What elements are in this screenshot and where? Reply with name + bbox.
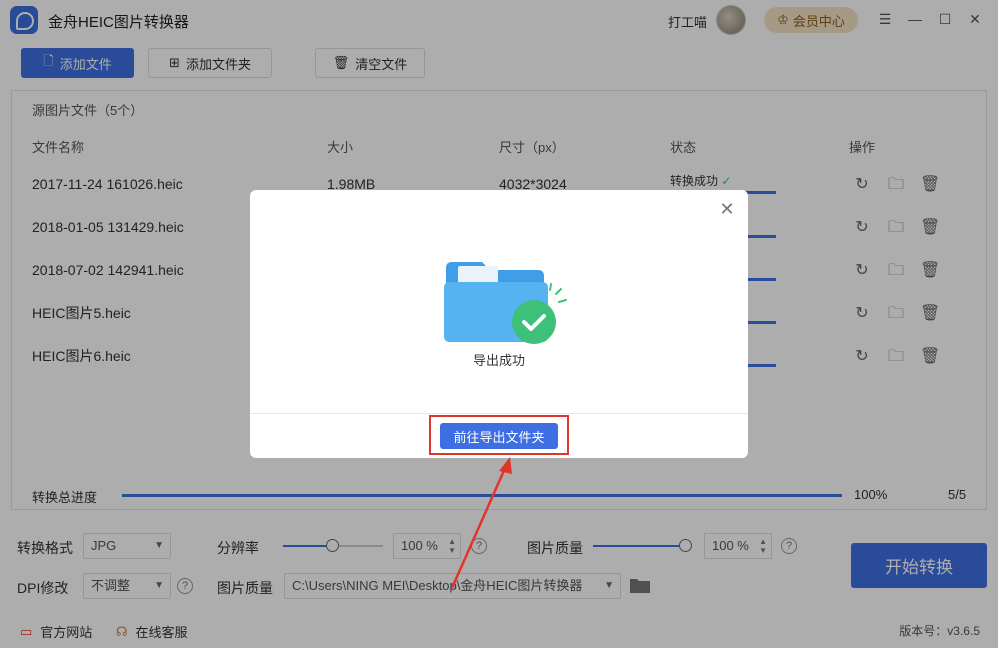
dialog-divider <box>250 413 748 414</box>
folder-success-icon <box>444 262 567 344</box>
success-message: 导出成功 <box>472 353 525 368</box>
annotation-highlight-box <box>429 415 569 455</box>
close-icon[interactable]: ✕ <box>718 200 736 218</box>
